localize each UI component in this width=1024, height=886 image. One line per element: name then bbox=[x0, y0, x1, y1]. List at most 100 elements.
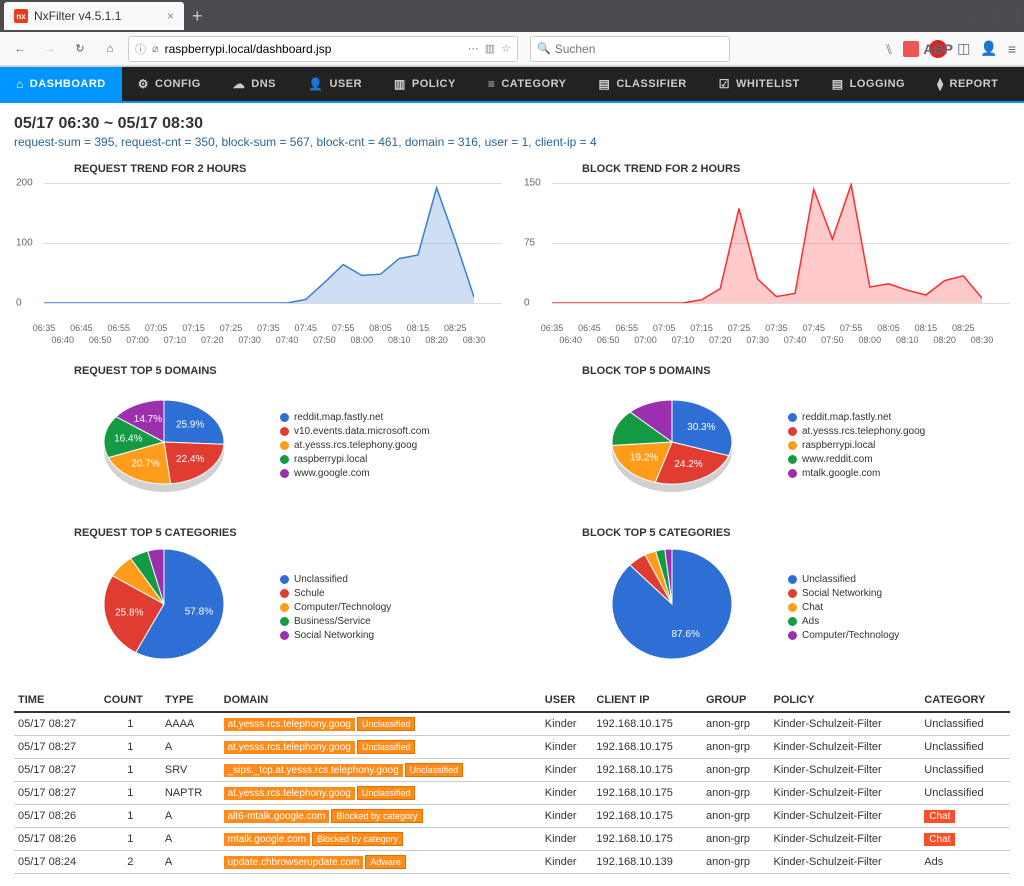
nav-report[interactable]: ⧫REPORT bbox=[921, 67, 1014, 101]
category-badge: Chat bbox=[924, 833, 955, 846]
info-icon[interactable]: ⓘ bbox=[135, 41, 146, 57]
svg-text:20.7%: 20.7% bbox=[131, 458, 159, 469]
legend-item: Ads bbox=[788, 616, 899, 627]
chart-title: BLOCK TOP 5 CATEGORIES bbox=[582, 527, 1010, 539]
legend-item: reddit.map.fastly.net bbox=[788, 412, 925, 423]
svg-text:16.4%: 16.4% bbox=[114, 433, 142, 444]
legend: UnclassifiedSchuleComputer/TechnologyBus… bbox=[280, 574, 391, 644]
table-row[interactable]: 05/17 08:27 1 A at.yesss.rcs.telephony.g… bbox=[14, 736, 1010, 759]
nav-dns[interactable]: ☁DNS bbox=[217, 67, 292, 101]
table-row[interactable]: 05/17 08:26 1 A alt6-mtalk.google.comBlo… bbox=[14, 805, 1010, 828]
url-input[interactable] bbox=[165, 42, 462, 56]
legend-dot-icon bbox=[280, 603, 289, 612]
search-input[interactable] bbox=[555, 42, 723, 56]
legend-item: Schule bbox=[280, 588, 391, 599]
table-row[interactable]: 05/17 08:26 1 A mtalk.google.comBlocked … bbox=[14, 828, 1010, 851]
table-row[interactable]: 05/17 08:27 1 AAAA at.yesss.rcs.telephon… bbox=[14, 712, 1010, 736]
svg-text:14.7%: 14.7% bbox=[134, 414, 162, 425]
svg-text:25.9%: 25.9% bbox=[176, 419, 204, 430]
library-icon[interactable]: ⑊ bbox=[885, 41, 893, 57]
svg-text:25.8%: 25.8% bbox=[115, 607, 143, 618]
reason-badge: Unclassified bbox=[357, 786, 416, 800]
adblock-icon[interactable]: ABP bbox=[929, 40, 947, 58]
legend-dot-icon bbox=[280, 455, 289, 464]
main-nav: ⌂DASHBOARD⚙CONFIG☁DNS👤USER▥POLICY≡CATEGO… bbox=[0, 67, 1024, 103]
category-badge: Chat bbox=[924, 810, 955, 823]
nav-classifier[interactable]: ▤CLASSIFIER bbox=[582, 67, 702, 101]
minimize-icon[interactable]: — bbox=[964, 10, 976, 23]
close-window-icon[interactable]: ✕ bbox=[1012, 10, 1024, 23]
legend-item: Computer/Technology bbox=[788, 630, 899, 641]
close-tab-icon[interactable]: × bbox=[167, 9, 174, 23]
legend-item: www.google.com bbox=[280, 468, 430, 479]
nav-dashboard[interactable]: ⌂DASHBOARD bbox=[0, 67, 122, 101]
nav-config[interactable]: ⚙CONFIG bbox=[122, 67, 217, 101]
url-bar[interactable]: ⓘ ⌀ ⋯ ▥ ☆ bbox=[128, 36, 518, 62]
legend-item: Business/Service bbox=[280, 616, 391, 627]
legend-dot-icon bbox=[280, 617, 289, 626]
more-icon[interactable]: ⋯ bbox=[468, 42, 479, 55]
reload-button[interactable]: ↻ bbox=[68, 37, 92, 61]
domain-badge: at.yesss.rcs.telephony.goog bbox=[224, 741, 355, 754]
table-row[interactable]: 05/17 08:24 2 A update.chbrowserupdate.c… bbox=[14, 851, 1010, 874]
reason-badge: Unclassified bbox=[357, 740, 416, 754]
legend-dot-icon bbox=[788, 469, 797, 478]
col-group: GROUP bbox=[702, 689, 770, 712]
nav-help[interactable]: ?HELP bbox=[1014, 67, 1024, 101]
legend-dot-icon bbox=[788, 413, 797, 422]
col-client ip: CLIENT IP bbox=[592, 689, 702, 712]
domain-badge: _sips._tcp.at.yesss.rcs.telephony.goog bbox=[224, 764, 403, 777]
table-row[interactable]: 05/17 08:27 1 SRV _sips._tcp.at.yesss.rc… bbox=[14, 759, 1010, 782]
new-tab-button[interactable]: + bbox=[192, 6, 203, 27]
nav-icon: 👤 bbox=[308, 77, 323, 91]
legend-dot-icon bbox=[280, 427, 289, 436]
chart-req_domains: REQUEST TOP 5 DOMAINS 25.9%22.4%20.7%16.… bbox=[14, 365, 502, 507]
reader-icon[interactable]: ▥ bbox=[485, 42, 495, 55]
legend-dot-icon bbox=[788, 427, 797, 436]
nav-icon: ⌂ bbox=[16, 77, 24, 91]
sidebar-icon[interactable]: ◫ bbox=[957, 40, 970, 57]
domain-badge: at.yesss.rcs.telephony.goog bbox=[224, 787, 355, 800]
ext1-icon[interactable] bbox=[903, 41, 919, 57]
legend: reddit.map.fastly.netat.yesss.rcs.teleph… bbox=[788, 412, 925, 482]
nav-policy[interactable]: ▥POLICY bbox=[378, 67, 472, 101]
chart-block_trend: BLOCK TREND FOR 2 HOURS 075150 06:3506:4… bbox=[522, 163, 1010, 349]
nav-icon: ☁ bbox=[233, 77, 246, 91]
chart-block_cats: BLOCK TOP 5 CATEGORIES 87.6% Unclassifie… bbox=[522, 527, 1010, 669]
reason-badge: Blocked by category bbox=[331, 809, 422, 823]
domain-badge: mtalk.google.com bbox=[224, 833, 310, 846]
svg-text:19.2%: 19.2% bbox=[630, 453, 658, 464]
svg-text:24.2%: 24.2% bbox=[674, 459, 702, 470]
back-button[interactable]: ← bbox=[8, 37, 32, 61]
legend-dot-icon bbox=[788, 631, 797, 640]
legend-item: reddit.map.fastly.net bbox=[280, 412, 430, 423]
legend-item: Social Networking bbox=[280, 630, 391, 641]
nav-user[interactable]: 👤USER bbox=[292, 67, 378, 101]
maximize-icon[interactable]: ☐ bbox=[988, 10, 1000, 23]
legend-item: v10.events.data.microsoft.com bbox=[280, 426, 430, 437]
time-range-title: 05/17 06:30 ~ 05/17 08:30 bbox=[14, 115, 1010, 133]
legend-item: Unclassified bbox=[280, 574, 391, 585]
nav-whitelist[interactable]: ☑WHITELIST bbox=[703, 67, 816, 101]
nav-icon: ☑ bbox=[719, 77, 730, 91]
menu-icon[interactable]: ≡ bbox=[1008, 41, 1016, 57]
col-user: USER bbox=[541, 689, 593, 712]
legend-item: mtalk.google.com bbox=[788, 468, 925, 479]
legend-item: raspberrypi.local bbox=[280, 454, 430, 465]
legend-item: www.reddit.com bbox=[788, 454, 925, 465]
search-box[interactable]: 🔍 bbox=[530, 36, 730, 62]
chart-title: BLOCK TOP 5 DOMAINS bbox=[582, 365, 1010, 377]
legend-item: Unclassified bbox=[788, 574, 899, 585]
domain-badge: alt6-mtalk.google.com bbox=[224, 810, 330, 823]
legend-dot-icon bbox=[280, 631, 289, 640]
legend-dot-icon bbox=[788, 455, 797, 464]
chart-req_cats: REQUEST TOP 5 CATEGORIES 57.8%25.8% Uncl… bbox=[14, 527, 502, 669]
account-icon[interactable]: 👤 bbox=[980, 40, 997, 57]
browser-tab[interactable]: nx NxFilter v4.5.1.1 × bbox=[4, 2, 184, 30]
star-icon[interactable]: ☆ bbox=[501, 42, 511, 55]
nav-category[interactable]: ≡CATEGORY bbox=[472, 67, 583, 101]
table-row[interactable]: 05/17 08:27 1 NAPTR at.yesss.rcs.telepho… bbox=[14, 782, 1010, 805]
nav-logging[interactable]: ▤LOGGING bbox=[816, 67, 921, 101]
home-button[interactable]: ⌂ bbox=[98, 37, 122, 61]
chart-title: REQUEST TREND FOR 2 HOURS bbox=[74, 163, 502, 175]
